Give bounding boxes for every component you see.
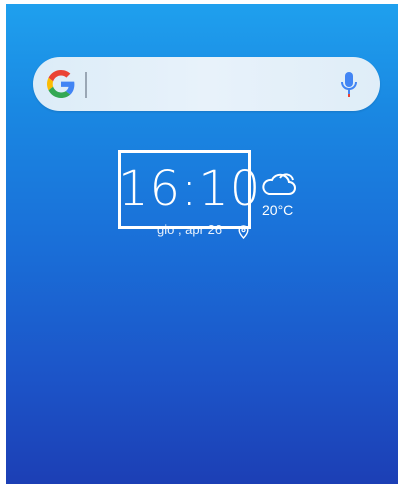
clock-time[interactable]: 16:10 <box>118 150 260 229</box>
google-g-icon <box>47 70 75 98</box>
google-search-bar[interactable] <box>33 57 380 111</box>
clock-date[interactable]: gio , apr 26 <box>157 222 222 237</box>
mic-icon[interactable] <box>340 71 358 97</box>
text-cursor <box>85 72 87 98</box>
temperature[interactable]: 20°C <box>262 202 293 218</box>
home-screen: 16:10 gio , apr 26 20°C <box>6 4 398 484</box>
cloud-icon[interactable] <box>260 170 298 198</box>
location-pin-icon <box>238 225 249 239</box>
